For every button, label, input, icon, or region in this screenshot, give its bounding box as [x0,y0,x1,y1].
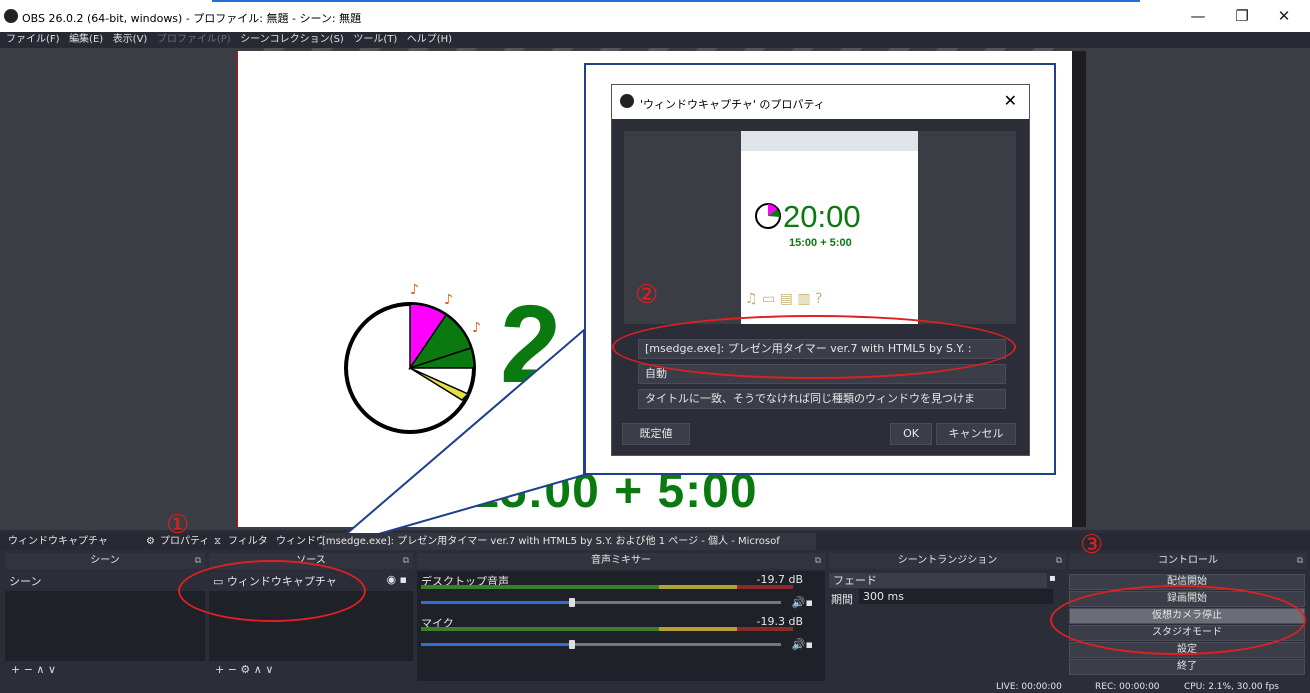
transition-type-select[interactable]: フェード [829,573,1047,588]
scenes-panel-header: シーン ⧉ [5,553,205,569]
ok-button[interactable]: OK [890,423,932,445]
status-bar: LIVE: 00:00:00 REC: 00:00:00 CPU: 2.1%, … [0,681,1310,693]
cancel-button[interactable]: キャンセル [936,423,1016,445]
menu-tools[interactable]: ツール(T) [353,32,397,48]
timer-clock-graphic: ♪ ♪ ♪ [344,282,481,434]
title-bar: OBS 26.0.2 (64-bit, windows) - プロファイル: 無… [0,0,1310,32]
browser-tab-bar [741,131,918,151]
annotation-ring-window-select [612,315,1016,379]
rec-status: REC: 00:00:00 [1095,682,1160,692]
dialog-preview: 20:00 15:00 + 5:00 ♫ ▭ ▤ ▥ ? [624,131,1016,324]
menu-file[interactable]: ファイル(F) [6,32,60,48]
timer-tools-icons: ♫ ▭ ▤ ▥ ? [745,291,823,307]
minimize-button[interactable]: — [1178,6,1218,26]
scene-item[interactable]: シーン [5,571,205,591]
scene-transitions-panel: シーントランジション ⧉ フェード ▪ 期間 300 ms [829,553,1066,681]
svg-text:♪: ♪ [472,320,481,336]
duration-input[interactable]: 300 ms [859,589,1053,604]
menu-profile: プロファイル(P) [156,34,231,45]
speaker-icon[interactable]: 🔊▪ [792,596,813,609]
annotation-ring-controls [1050,585,1306,655]
volume-slider[interactable] [421,640,781,649]
window-source-select[interactable]: [msedge.exe]: プレゼン用タイマー ver.7 with HTML5… [322,533,816,550]
window-match-priority-dropdown[interactable]: タイトルに一致、そうでなければ同じ種類のウィンドウを見つけま [638,389,1006,409]
controls-panel: コントロール ⧉ [1069,553,1307,573]
menu-view[interactable]: 表示(V) [113,32,148,48]
audio-mixer-panel: 音声ミキサー ⧉ デスクトップ音声 -19.7 dB 🔊▪ マイク -19.3 d… [417,553,825,681]
selected-source-name: ウィンドウキャプチャ [8,536,108,547]
exit-button[interactable]: 終了 [1069,659,1305,675]
volume-slider-fill [421,643,573,646]
live-status: LIVE: 00:00:00 [996,682,1062,692]
window-label: ウィンドウ [276,536,326,547]
menu-scene-collection[interactable]: シーンコレクション(S) [240,32,344,48]
dock-icon[interactable]: ⧉ [195,553,201,569]
scenes-toolbar[interactable]: + − ∧ ∨ [11,663,56,676]
accent-line [212,0,1140,2]
gear-icon[interactable]: ⚙ [146,533,155,550]
captured-window-thumbnail: 20:00 15:00 + 5:00 ♫ ▭ ▤ ▥ ? [741,131,918,324]
close-button[interactable]: ✕ [1264,6,1304,26]
scenes-list: シーン [5,571,205,661]
obs-logo-icon [620,94,634,108]
preview-scroll-strip [1072,51,1086,527]
maximize-button[interactable]: ❐ [1222,6,1262,26]
dock-icon[interactable]: ⧉ [403,553,409,569]
volume-slider-knob[interactable] [569,598,576,607]
dock-icon[interactable]: ⧉ [815,553,821,569]
mixer-body: デスクトップ音声 -19.7 dB 🔊▪ マイク -19.3 dB 🔊▪ [417,571,825,681]
transitions-header-label: シーントランジション [897,555,998,566]
menu-bar: ファイル(F) 編集(E) 表示(V) プロファイル(P) シーンコレクション(… [0,32,1310,48]
volume-slider[interactable] [421,598,781,607]
sources-toolbar[interactable]: + − ⚙ ∧ ∨ [215,663,273,676]
obs-logo-icon [4,9,18,23]
cpu-status: CPU: 2.1%, 30.00 fps [1184,682,1279,692]
menu-help[interactable]: ヘルプ(H) [407,32,452,48]
transition-props-icon[interactable]: ▪ [1049,573,1056,584]
annotation-number-1: ① [166,510,190,540]
volume-slider-fill [421,601,573,604]
properties-dialog: 'ウィンドウキャプチャ' のプロパティ ✕ 20:00 15:00 + 5:00… [611,84,1030,456]
controls-panel-header: コントロール ⧉ [1069,553,1307,569]
duration-label: 期間 [831,593,853,606]
mixer-header-label: 音声ミキサー [591,555,651,566]
mini-clock-icon [755,203,781,229]
source-toolbar: ウィンドウキャプチャ ⚙ プロパティ ⧖ フィルタ ウィンドウ [msedge.… [0,533,1310,550]
annotation-number-2: ② [635,280,659,310]
volume-slider-knob[interactable] [569,640,576,649]
annotation-number-3: ③ [1080,530,1104,560]
dialog-preview-subtime: 15:00 + 5:00 [789,237,852,249]
dialog-close-icon[interactable]: ✕ [1004,91,1017,110]
menu-edit[interactable]: 編集(E) [69,32,103,48]
volume-meter [421,585,793,589]
eye-lock-icon[interactable]: ◉ ▪ [386,573,407,586]
speaker-icon[interactable]: 🔊▪ [792,638,813,651]
dialog-title: 'ウィンドウキャプチャ' のプロパティ [640,98,825,111]
preview-big-digit: 2 [500,283,562,406]
window-title: OBS 26.0.2 (64-bit, windows) - プロファイル: 無… [22,12,362,25]
filter-icon[interactable]: ⧖ [214,533,221,550]
transitions-panel-header: シーントランジション ⧉ [829,553,1066,569]
annotation-ring-sources [178,560,366,622]
controls-header-label: コントロール [1158,555,1218,566]
mixer-panel-header: 音声ミキサー ⧉ [417,553,825,569]
defaults-button[interactable]: 既定値 [622,423,690,445]
scenes-panel: シーン ⧉ シーン + − ∧ ∨ [5,553,205,681]
scenes-header-label: シーン [90,555,120,566]
dock-icon[interactable]: ⧉ [1056,553,1062,569]
svg-text:♪: ♪ [444,292,453,308]
dock-icon[interactable]: ⧉ [1297,553,1303,569]
filters-button[interactable]: フィルタ [228,533,268,550]
dialog-preview-time: 20:00 [783,199,861,234]
svg-text:♪: ♪ [410,282,419,298]
dialog-title-bar: 'ウィンドウキャプチャ' のプロパティ ✕ [612,85,1029,119]
volume-meter [421,627,793,631]
